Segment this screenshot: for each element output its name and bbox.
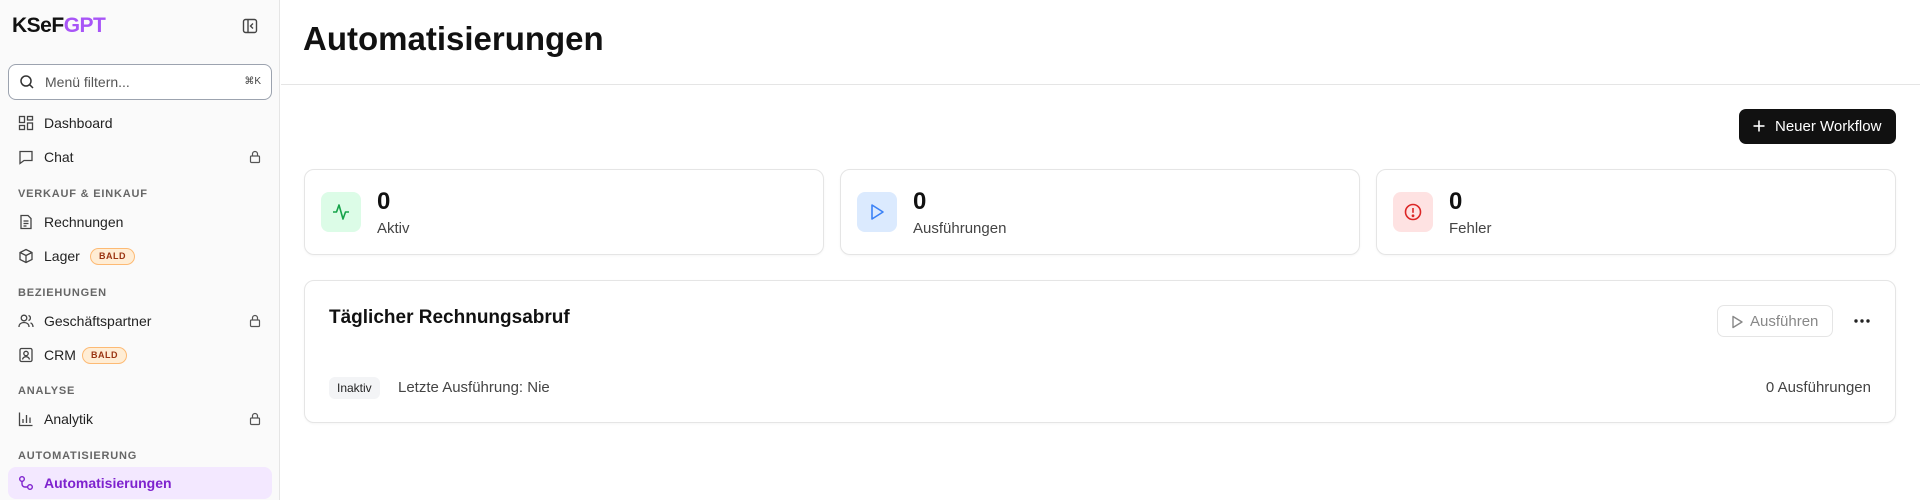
sidebar-item-analytics[interactable]: Analytik: [8, 403, 272, 435]
stat-card-active: 0 Aktiv: [304, 169, 824, 255]
stat-value: 0: [377, 188, 391, 215]
sidebar-item-dashboard[interactable]: Dashboard: [8, 107, 272, 139]
stat-value: 0: [1449, 188, 1463, 215]
search-icon: [20, 75, 34, 89]
dashboard-icon: [18, 115, 34, 131]
sidebar-item-label: Automatisierungen: [44, 475, 172, 491]
activity-icon: [333, 204, 349, 220]
more-options-icon[interactable]: [1847, 307, 1877, 335]
sidebar-item-invoices[interactable]: Rechnungen: [8, 206, 272, 238]
soon-badge: BALD: [90, 248, 135, 265]
stat-card-errors: 0 Fehler: [1376, 169, 1896, 255]
sidebar-item-label: Analytik: [44, 411, 94, 427]
sidebar-item-partners[interactable]: Geschäftspartner: [8, 305, 272, 337]
contact-icon: [19, 347, 33, 363]
last-run-text: Letzte Ausführung: Nie: [398, 379, 550, 396]
brand-logo[interactable]: KSeFGPT: [12, 14, 106, 38]
sidebar-item-label: Chat: [44, 149, 74, 165]
play-icon: [871, 204, 884, 220]
brand-name: KSeF: [12, 14, 64, 37]
section-heading-automation: AUTOMATISIERUNG: [18, 450, 138, 462]
sidebar-item-label: Dashboard: [44, 115, 113, 131]
sidebar-item-label: Geschäftspartner: [44, 313, 152, 329]
document-icon: [20, 214, 32, 230]
stat-value: 0: [913, 188, 927, 215]
alert-circle-icon: [1404, 203, 1422, 221]
sidebar-item-automations[interactable]: Automatisierungen: [8, 467, 272, 499]
status-badge: Inaktiv: [329, 377, 380, 399]
stat-icon-box: [1393, 192, 1433, 232]
sidebar-collapse-icon[interactable]: [242, 18, 262, 38]
menu-filter-placeholder: Menü filtern...: [45, 74, 130, 90]
page-title: Automatisierungen: [303, 20, 604, 57]
plus-icon: [1753, 120, 1765, 132]
bar-chart-icon: [18, 412, 33, 427]
new-workflow-button[interactable]: Neuer Workflow: [1739, 109, 1896, 144]
sidebar-item-label: Lager: [44, 248, 80, 264]
run-count-text: 0 Ausführungen: [1765, 379, 1871, 396]
run-workflow-button[interactable]: Ausführen: [1717, 305, 1833, 337]
section-heading-relations: BEZIEHUNGEN: [18, 287, 107, 299]
sidebar-item-chat[interactable]: Chat: [8, 141, 272, 173]
stat-label: Fehler: [1449, 220, 1492, 237]
users-icon: [18, 314, 34, 328]
sidebar-item-label: CRM: [44, 347, 76, 363]
stat-icon-box: [321, 192, 361, 232]
soon-badge: BALD: [82, 347, 127, 364]
workflow-card[interactable]: Täglicher Rechnungsabruf Ausführen Inakt…: [304, 280, 1896, 423]
workflow-icon: [19, 476, 33, 490]
run-workflow-label: Ausführen: [1750, 313, 1819, 330]
sidebar: KSeFGPT Menü filtern... ⌘K Dashboard Cha…: [0, 0, 280, 500]
stat-icon-box: [857, 192, 897, 232]
workflow-title: Täglicher Rechnungsabruf: [329, 307, 570, 328]
brand-suffix: GPT: [63, 14, 106, 37]
shortcut-hint: ⌘K: [244, 76, 261, 87]
lock-icon: [249, 150, 261, 164]
page-header: Automatisierungen: [281, 0, 1920, 85]
stat-card-runs: 0 Ausführungen: [840, 169, 1360, 255]
section-heading-sales: VERKAUF & EINKAUF: [18, 188, 148, 200]
sidebar-item-crm[interactable]: CRM BALD: [8, 339, 272, 371]
lock-icon: [249, 314, 261, 328]
chat-icon: [19, 150, 33, 165]
new-workflow-label: Neuer Workflow: [1775, 118, 1882, 135]
package-icon: [19, 248, 33, 264]
sidebar-item-label: Rechnungen: [44, 214, 124, 230]
menu-filter-input[interactable]: Menü filtern... ⌘K: [8, 64, 272, 100]
stat-label: Aktiv: [377, 220, 410, 237]
stat-label: Ausführungen: [913, 220, 1007, 237]
play-icon: [1732, 315, 1743, 329]
sidebar-item-warehouse[interactable]: Lager BALD: [8, 240, 272, 272]
section-heading-analysis: ANALYSE: [18, 385, 76, 397]
lock-icon: [249, 412, 261, 426]
